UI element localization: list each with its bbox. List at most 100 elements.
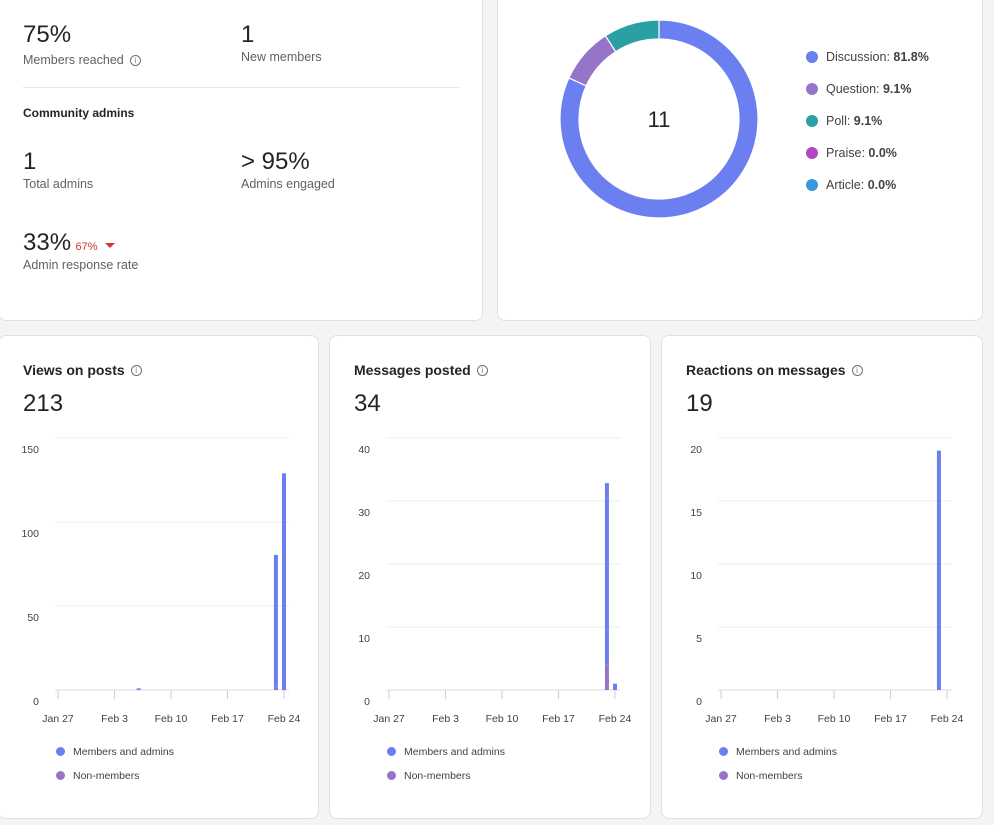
legend-value: 0.0% bbox=[868, 146, 897, 160]
legend-label: Non-members bbox=[73, 770, 140, 782]
legend-label: Members and admins bbox=[736, 746, 837, 758]
info-icon[interactable]: i bbox=[476, 365, 488, 377]
response-rate-change: 67% bbox=[75, 241, 98, 253]
response-rate-value: 33% bbox=[23, 229, 72, 256]
y-tick-label: 0 bbox=[696, 696, 702, 708]
legend-dot-icon bbox=[806, 147, 818, 159]
legend-label: Non-members bbox=[736, 770, 803, 782]
x-tick-label: Feb 24 bbox=[599, 713, 632, 725]
legend-label: Non-members bbox=[404, 770, 471, 782]
legend-item-non-members[interactable]: Non-members bbox=[719, 770, 803, 782]
legend-dot-icon bbox=[387, 747, 396, 756]
bar-members[interactable] bbox=[136, 688, 141, 690]
x-tick-label: Jan 27 bbox=[42, 713, 74, 725]
info-icon[interactable]: i bbox=[851, 365, 863, 377]
legend-value: 81.8% bbox=[893, 50, 929, 64]
legend-item-non-members[interactable]: Non-members bbox=[56, 770, 140, 782]
post-types-card: 11 Discussion: 81.8% Question: 9.1% Poll: … bbox=[497, 0, 983, 321]
members-summary-card: 75% Members reached i 1 New members Commu… bbox=[0, 0, 483, 321]
response-rate-label: Admin response rate bbox=[23, 258, 139, 272]
legend-dot-icon bbox=[387, 771, 396, 780]
bar-members[interactable] bbox=[613, 683, 617, 690]
x-tick-label: Feb 17 bbox=[874, 713, 907, 725]
x-tick-label: Feb 3 bbox=[764, 713, 791, 725]
bar-members[interactable] bbox=[273, 554, 278, 687]
chart-title: Reactions on messages bbox=[686, 362, 846, 378]
y-tick-label: 30 bbox=[358, 507, 370, 519]
bar-members[interactable] bbox=[936, 450, 941, 690]
x-tick-label: Feb 10 bbox=[818, 713, 851, 725]
views-card: Views on posts i 213 Members and admins N… bbox=[0, 335, 319, 819]
x-tick-label: Jan 27 bbox=[373, 713, 405, 725]
bar-non-members[interactable] bbox=[273, 686, 278, 690]
legend-item-discussion[interactable]: Discussion: 81.8% bbox=[806, 50, 929, 64]
x-tick-label: Feb 10 bbox=[155, 713, 188, 725]
y-tick-label: 10 bbox=[358, 633, 370, 645]
legend-label: Poll bbox=[826, 114, 847, 128]
legend-label: Members and admins bbox=[404, 746, 505, 758]
y-tick-label: 5 bbox=[696, 633, 702, 645]
bar-non-members[interactable] bbox=[604, 664, 609, 690]
legend-dot-icon bbox=[719, 771, 728, 780]
x-tick-label: Feb 24 bbox=[931, 713, 964, 725]
legend-item-members[interactable]: Members and admins bbox=[387, 746, 505, 758]
chart-total: 213 bbox=[23, 390, 64, 417]
donut-center-value: 11 bbox=[648, 107, 671, 132]
y-tick-label: 10 bbox=[690, 570, 702, 582]
bar-chart: 0 5 10 15 20 Jan 27 Feb 3 Feb 10 Feb 17 Feb 24 bbox=[690, 437, 964, 725]
legend-item-members[interactable]: Members and admins bbox=[719, 746, 837, 758]
x-tick-label: Feb 3 bbox=[101, 713, 128, 725]
legend-label: Members and admins bbox=[73, 746, 174, 758]
legend-item-article[interactable]: Article: 0.0% bbox=[806, 178, 896, 192]
legend-dot-icon bbox=[56, 771, 65, 780]
legend-dot-icon bbox=[806, 51, 818, 63]
x-tick-label: Jan 27 bbox=[705, 713, 737, 725]
x-tick-label: Feb 3 bbox=[432, 713, 459, 725]
legend-item-poll[interactable]: Poll: 9.1% bbox=[806, 114, 882, 128]
y-tick-label: 15 bbox=[690, 507, 702, 519]
legend-label: Question bbox=[826, 82, 877, 96]
x-tick-label: Feb 17 bbox=[542, 713, 575, 725]
chart-total: 34 bbox=[354, 390, 381, 417]
post-types-donut: 11 bbox=[559, 19, 759, 219]
bar-members[interactable] bbox=[282, 473, 286, 690]
legend-item-praise[interactable]: Praise: 0.0% bbox=[806, 146, 897, 160]
legend-item-members[interactable]: Members and admins bbox=[56, 746, 174, 758]
legend-dot-icon bbox=[806, 179, 818, 191]
legend-label: Praise bbox=[826, 146, 862, 160]
reactions-card: Reactions on messages i 19 Members and ad… bbox=[661, 335, 983, 819]
y-tick-label: 100 bbox=[21, 528, 39, 540]
bar-members[interactable] bbox=[604, 483, 609, 665]
donut-slice-poll[interactable] bbox=[604, 19, 660, 53]
info-icon[interactable]: i bbox=[130, 365, 142, 377]
bar-chart: 0 10 20 30 40 Jan 27 Feb 3 Feb 10 Feb 17 Feb 24 bbox=[358, 437, 632, 725]
new-members-label: New members bbox=[241, 50, 322, 64]
y-tick-label: 40 bbox=[358, 444, 370, 456]
legend-value: 0.0% bbox=[867, 178, 897, 192]
members-reached-value: 75% bbox=[23, 21, 72, 48]
admins-engaged-value: > 95% bbox=[241, 148, 310, 175]
chart-title: Messages posted bbox=[354, 362, 471, 378]
x-tick-label: Feb 10 bbox=[486, 713, 519, 725]
legend-item-question[interactable]: Question: 9.1% bbox=[806, 82, 911, 96]
legend-value: 9.1% bbox=[853, 114, 883, 128]
legend-dot-icon bbox=[56, 747, 65, 756]
admins-engaged-label: Admins engaged bbox=[241, 177, 335, 191]
legend-item-non-members[interactable]: Non-members bbox=[387, 770, 471, 782]
y-tick-label: 20 bbox=[690, 444, 702, 456]
messages-card: Messages posted i 34 Members and admins N… bbox=[329, 335, 651, 819]
total-admins-value: 1 bbox=[23, 148, 37, 175]
members-reached-label: Members reached bbox=[23, 53, 124, 67]
legend-label: Article bbox=[826, 178, 861, 192]
y-tick-label: 150 bbox=[21, 444, 39, 456]
legend-dot-icon bbox=[806, 115, 818, 127]
legend-label: Discussion bbox=[826, 50, 887, 64]
y-tick-label: 0 bbox=[364, 696, 370, 708]
chart-total: 19 bbox=[686, 390, 713, 417]
divider bbox=[23, 87, 459, 88]
info-icon[interactable]: i bbox=[129, 55, 141, 67]
y-tick-label: 0 bbox=[33, 696, 39, 708]
legend-dot-icon bbox=[806, 83, 818, 95]
donut-slice-question[interactable] bbox=[568, 34, 617, 87]
y-tick-label: 20 bbox=[358, 570, 370, 582]
